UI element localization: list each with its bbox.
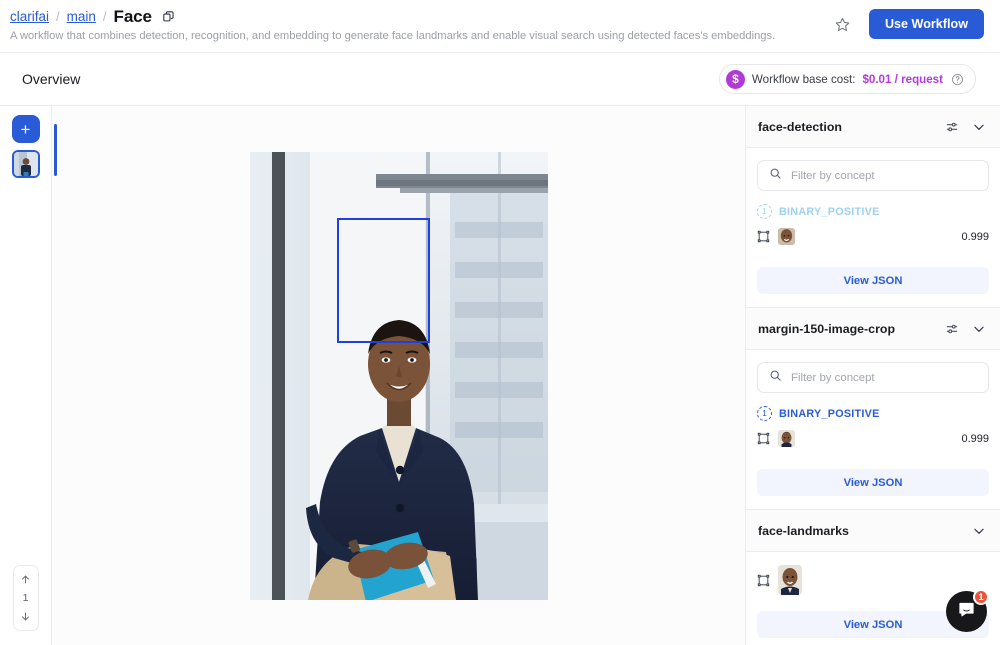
workflow-description: A workflow that combines detection, reco… [10,30,776,42]
overview-heading: Overview [22,71,81,87]
section-title: margin-150-image-crop [758,321,896,336]
add-input-button[interactable]: + [11,115,40,143]
breadcrumb-block: clarifai / main / Face A workflow that c… [10,7,775,43]
use-workflow-button[interactable]: Use Workflow [868,9,984,39]
chat-widget-button[interactable]: 1 [946,589,989,632]
chat-unread-badge: 1 [973,589,989,605]
sliders-icon[interactable] [945,120,959,134]
annotated-image[interactable] [249,151,548,600]
chevron-down-icon[interactable] [972,120,986,134]
help-circle-icon[interactable] [951,73,964,86]
pager-page-number: 1 [22,592,29,604]
cost-value: $0.01 / request [862,72,943,86]
prediction-score: 0.999 [961,432,989,445]
section-header[interactable]: face-detection [746,106,1000,148]
section-title: face-landmarks [758,523,849,538]
bounding-box-icon[interactable] [757,230,770,243]
results-panel: face-detection Filter by concept 1 BINAR… [746,106,1000,645]
search-icon [769,369,782,387]
prediction-row[interactable]: 0.999 [757,430,989,447]
chat-bubble-icon [957,600,976,624]
concept-name: BINARY_POSITIVE [779,205,880,218]
page-title: Face [113,7,152,26]
bounding-box-icon[interactable] [757,574,770,587]
section-body: 1 BINARY_POSITIVE [746,350,1000,509]
face-crop-thumbnail[interactable] [778,565,802,595]
concept-count-badge: 1 [757,204,772,219]
section-body: 1 BINARY_POSITIVE [746,148,1000,307]
view-json-button[interactable]: View JSON [757,267,989,294]
rail-input-thumbnail[interactable] [11,150,40,178]
section-header-icons [945,322,986,336]
prediction-row[interactable] [757,565,989,595]
section-header[interactable]: margin-150-image-crop [746,308,1000,350]
input-pager: 1 [12,565,39,631]
section-header-icons [945,120,986,134]
concept-filter[interactable] [757,362,989,393]
breadcrumb-separator: / [56,9,60,24]
overview-bar: Overview $ Workflow base cost: $0.01 / r… [0,53,1000,106]
face-crop-thumbnail[interactable] [778,228,795,245]
body-area: + 1 face-detection Filter by concept 1 B… [0,106,1000,645]
breadcrumb-item-clarifai[interactable]: clarifai [10,8,49,26]
chevron-down-icon[interactable] [972,524,986,538]
stage-scrollbar[interactable] [54,124,57,176]
sliders-icon[interactable] [945,322,959,336]
bounding-box-icon[interactable] [757,432,770,445]
dollar-icon: $ [725,69,745,89]
cost-label: Workflow base cost: [751,72,856,86]
breadcrumb-item-main[interactable]: main [67,8,96,26]
breadcrumb-separator: / [102,9,107,24]
top-header: clarifai / main / Face A workflow that c… [0,0,1000,53]
chevron-down-icon[interactable] [972,322,986,336]
breadcrumb: clarifai / main / Face [10,7,775,26]
result-section-face-detection: face-detection Filter by concept 1 BINAR… [746,106,1000,308]
concept-name: BINARY_POSITIVE [779,407,880,420]
concept-row[interactable]: 1 BINARY_POSITIVE [757,406,989,421]
result-section-margin-150-image-crop: margin-150-image-crop Filter by concept … [746,308,1000,510]
concept-filter[interactable] [757,160,989,191]
concept-filter-input[interactable] [791,169,977,182]
section-header[interactable]: face-landmarks [746,510,1000,552]
arrow-down-icon[interactable] [20,611,31,622]
arrow-up-icon[interactable] [20,574,31,585]
input-rail: + 1 [0,106,52,645]
concept-filter-input[interactable] [791,371,977,384]
face-bounding-box[interactable] [336,217,430,343]
prediction-row[interactable]: 0.999 [757,228,989,245]
section-title: face-detection [758,119,842,134]
view-json-button[interactable]: View JSON [757,469,989,496]
prediction-score: 0.999 [961,230,989,243]
face-crop-thumbnail[interactable] [778,430,795,447]
section-header-icons [972,524,986,538]
app-root: clarifai / main / Face A workflow that c… [0,0,1000,645]
copy-icon[interactable] [162,10,175,23]
concept-row[interactable]: 1 BINARY_POSITIVE [757,204,989,219]
top-header-actions: Use Workflow [834,7,984,39]
image-stage [52,106,746,645]
concept-count-badge: 1 [757,406,772,421]
search-icon [769,167,782,185]
star-icon[interactable] [834,16,851,33]
workflow-cost-badge: $ Workflow base cost: $0.01 / request [718,64,976,94]
